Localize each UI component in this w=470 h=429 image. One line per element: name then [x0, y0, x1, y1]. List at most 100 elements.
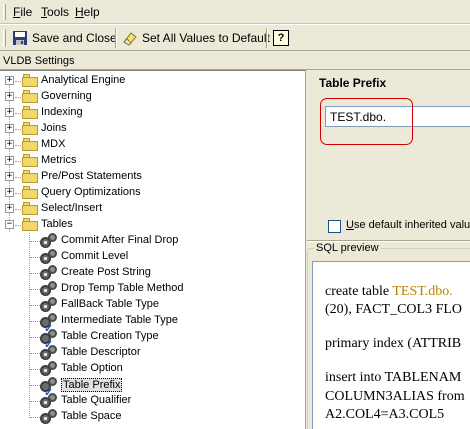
tree-setting-label: Commit After Final Drop [61, 234, 179, 246]
tree-setting-commit-level[interactable]: Commit Level [0, 249, 300, 265]
tree-connector [15, 161, 21, 162]
tree-category-metrics[interactable]: + Metrics [0, 153, 300, 169]
sql-line: primary index (ATTRIB [325, 336, 462, 351]
tree-category-indexing[interactable]: + Indexing [0, 105, 300, 121]
tree-connector [15, 113, 21, 114]
menu-tools[interactable]: Tools [41, 5, 69, 19]
tree-category-label: Pre/Post Statements [41, 170, 142, 182]
tree-category-pre-post-statements[interactable]: + Pre/Post Statements [0, 169, 300, 185]
folder-icon [22, 202, 38, 215]
folder-icon [22, 106, 38, 119]
expand-icon[interactable]: + [5, 76, 14, 85]
tree-connector [15, 225, 21, 226]
folder-icon [22, 170, 38, 183]
tree-connector [15, 97, 21, 98]
expand-icon[interactable]: + [5, 172, 14, 181]
modified-setting-gear-icon: ✓ [40, 329, 58, 351]
tree-connector [30, 401, 40, 402]
sql-text: create table [325, 284, 393, 299]
toolbar-separator [266, 28, 268, 48]
expand-icon[interactable]: + [5, 156, 14, 165]
tree-setting-label: FallBack Table Type [61, 298, 160, 310]
expand-icon[interactable]: + [5, 92, 14, 101]
help-icon: ? [273, 30, 289, 46]
vldb-settings-header: VLDB Settings [0, 52, 470, 70]
modified-setting-gear-icon: ✓ [40, 377, 58, 399]
sql-preview-group: SQL preview create table TEST.dbo. (20),… [307, 242, 470, 429]
use-default-inherited-checkbox[interactable] [328, 220, 341, 233]
tree-category-mdx[interactable]: + MDX [0, 137, 300, 153]
tree-setting-commit-after-final-drop[interactable]: Commit After Final Drop [0, 233, 300, 249]
menubar-grip[interactable] [3, 4, 6, 20]
tree-setting-fallback-table-type[interactable]: FallBack Table Type [0, 297, 300, 313]
save-and-close-label: Save and Close [32, 31, 117, 45]
folder-icon [22, 74, 38, 87]
tree-category-label: Tables [41, 218, 73, 230]
save-and-close-button[interactable]: Save and Close [12, 27, 117, 49]
tree-setting-label: Table Space [61, 410, 122, 422]
tree-setting-label: Table Descriptor [61, 346, 141, 358]
tree-connector [15, 209, 21, 210]
tree-category-label: MDX [41, 138, 66, 150]
setting-gear-icon [40, 281, 58, 297]
tree-setting-table-descriptor[interactable]: Table Descriptor [0, 345, 300, 361]
tree-connector [30, 385, 40, 386]
tree-category-select-insert[interactable]: + Select/Insert [0, 201, 300, 217]
tree-setting-intermediate-table-type[interactable]: ✓ Intermediate Table Type [0, 313, 300, 335]
help-button[interactable]: ? [273, 27, 289, 49]
expand-icon[interactable]: + [5, 204, 14, 213]
sql-preview-box[interactable]: create table TEST.dbo. (20), FACT_COL3 F… [312, 261, 470, 429]
settings-tree[interactable]: + Analytical Engine + Governing + Indexing + Jo… [0, 70, 306, 429]
tree-setting-label: Table Creation Type [61, 330, 159, 342]
expand-icon[interactable]: + [5, 108, 14, 117]
red-annotation-highlight [320, 98, 413, 145]
menu-file[interactable]: File [13, 5, 32, 19]
tree-category-label: Metrics [41, 154, 77, 166]
tree-category-joins[interactable]: + Joins [0, 121, 300, 137]
tree-connector [30, 257, 40, 258]
toolbar-separator [115, 28, 117, 48]
sql-line: COLUMN3ALIAS from [325, 389, 465, 404]
tree-setting-table-qualifier[interactable]: Table Qualifier [0, 393, 300, 409]
modified-setting-gear-icon: ✓ [40, 313, 58, 335]
setting-gear-icon [40, 297, 58, 313]
folder-icon [22, 90, 38, 103]
setting-title: Table Prefix [319, 76, 387, 90]
tree-setting-label-selected: Table Prefix [61, 378, 123, 392]
menu-help[interactable]: Help [75, 5, 100, 19]
tree-setting-drop-temp-table-method[interactable]: Drop Temp Table Method [0, 281, 300, 297]
set-all-defaults-button[interactable]: Set All Values to Default [122, 27, 270, 49]
sql-line: create table TEST.dbo. [325, 284, 453, 300]
toolbar-grip[interactable] [3, 29, 6, 47]
inherit-label-text: se default inherited value [353, 219, 470, 231]
expand-icon[interactable]: + [5, 124, 14, 133]
tree-setting-table-prefix[interactable]: ✓ Table Prefix [0, 377, 300, 399]
tree-setting-table-option[interactable]: Table Option [0, 361, 300, 377]
toolbar: Save and Close Set All Values to Default… [0, 24, 470, 51]
tree-connector [30, 305, 40, 306]
tree-category-governing[interactable]: + Governing [0, 89, 300, 105]
collapse-icon[interactable]: − [5, 220, 14, 229]
setting-gear-icon [40, 361, 58, 377]
tree-setting-table-space[interactable]: Table Space [0, 409, 300, 425]
tree-connector [30, 417, 40, 418]
setting-gear-icon [40, 345, 58, 361]
tree-category-label: Indexing [41, 106, 83, 118]
tree-category-query-optimizations[interactable]: + Query Optimizations [0, 185, 300, 201]
setting-detail-pane: Table Prefix Use default inherited value… [307, 70, 470, 429]
tree-setting-table-creation-type[interactable]: ✓ Table Creation Type [0, 329, 300, 351]
expand-icon[interactable]: + [5, 188, 14, 197]
sql-preview-legend: SQL preview [314, 242, 381, 254]
tree-category-analytical-engine[interactable]: + Analytical Engine [0, 73, 300, 89]
tree-setting-label: Intermediate Table Type [61, 314, 179, 326]
tree-category-tables[interactable]: − Tables [0, 217, 300, 233]
tree-setting-create-post-string[interactable]: Create Post String [0, 265, 300, 281]
set-all-defaults-label: Set All Values to Default [142, 31, 270, 45]
tree-setting-label: Commit Level [61, 250, 129, 262]
sql-line: (20), FACT_COL3 FLO [325, 302, 463, 317]
tree-category-label: Query Optimizations [41, 186, 141, 198]
folder-icon [22, 154, 38, 167]
tree-connector [15, 145, 21, 146]
setting-gear-icon [40, 393, 58, 409]
expand-icon[interactable]: + [5, 140, 14, 149]
